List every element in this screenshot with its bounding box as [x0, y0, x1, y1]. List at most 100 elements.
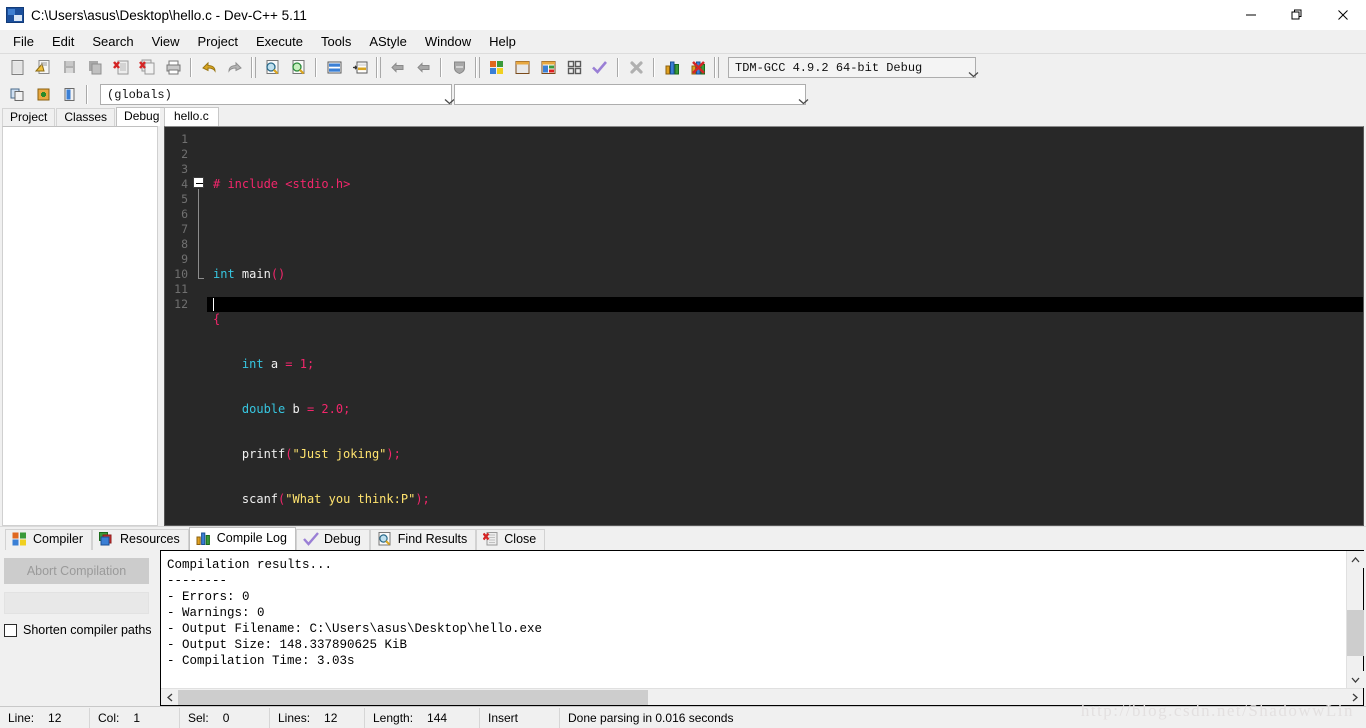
rebuild-all-button[interactable]	[562, 56, 586, 79]
undo-button[interactable]	[197, 56, 221, 79]
run-button[interactable]	[510, 56, 534, 79]
shorten-paths-label: Shorten compiler paths	[23, 623, 152, 637]
code-editor[interactable]: 1 2 3 4 5 6 7 8 9 10 11 12 # include <st…	[164, 126, 1364, 526]
compile-run-button[interactable]	[536, 56, 560, 79]
status-insert-mode[interactable]: Insert	[480, 707, 560, 728]
toolbar-group-goto	[321, 55, 373, 80]
menu-help[interactable]: Help	[480, 31, 525, 53]
code-content[interactable]: # include <stdio.h> int main() { int a =…	[207, 127, 1363, 525]
window-title: C:\Users\asus\Desktop\hello.c - Dev-C++ …	[31, 7, 307, 23]
menu-execute[interactable]: Execute	[247, 31, 312, 53]
stop-execution-button[interactable]	[624, 56, 648, 79]
status-col-value: 1	[133, 710, 141, 725]
restore-button[interactable]	[1274, 0, 1320, 30]
shield-button[interactable]	[447, 56, 471, 79]
goto-function-button[interactable]	[348, 56, 372, 79]
status-col: Col: 1	[90, 707, 180, 728]
profile-button[interactable]	[660, 56, 684, 79]
toolbar-row-project: (globals)	[0, 81, 1366, 108]
toolbar-area: TDM-GCC 4.9.2 64-bit Debug (globals)	[0, 53, 1366, 108]
fold-collapse-icon[interactable]	[193, 177, 204, 188]
project-new-button[interactable]	[5, 83, 29, 106]
toolbar-separator	[617, 58, 619, 77]
scroll-left-button[interactable]	[161, 689, 178, 706]
save-button[interactable]	[57, 56, 81, 79]
compiler-select[interactable]: TDM-GCC 4.9.2 64-bit Debug	[728, 57, 979, 78]
tab-classes[interactable]: Classes	[56, 108, 116, 126]
compile-log-text: Compilation results... -------- - Errors…	[167, 558, 543, 668]
find-results-icon	[377, 532, 393, 547]
tab-close-panel[interactable]: Close	[476, 529, 546, 550]
scope-select[interactable]: (globals)	[100, 84, 455, 105]
close-all-button[interactable]	[135, 56, 159, 79]
fold-column[interactable]	[191, 127, 207, 525]
shorten-paths-checkbox[interactable]	[4, 623, 17, 637]
status-col-label: Col:	[98, 710, 120, 725]
project-remove-button[interactable]	[57, 83, 81, 106]
scroll-down-button[interactable]	[1346, 671, 1364, 688]
nav-back-button[interactable]	[385, 56, 409, 79]
status-lines: Lines: 12	[270, 707, 365, 728]
compiler-select-value: TDM-GCC 4.9.2 64-bit Debug	[735, 60, 923, 75]
tab-compiler[interactable]: Compiler	[5, 529, 93, 550]
toolbar-separator	[376, 57, 381, 78]
nav-forward-button[interactable]	[411, 56, 435, 79]
code-line-8: scanf("What you think:P");	[213, 492, 430, 506]
horizontal-scroll-thumb[interactable]	[178, 689, 648, 705]
tab-compile-log[interactable]: Compile Log	[188, 527, 296, 550]
code-line-5: int a = 1;	[241, 357, 315, 371]
menu-view[interactable]: View	[143, 31, 189, 53]
close-button[interactable]	[1320, 0, 1366, 30]
open-file-button[interactable]	[31, 56, 55, 79]
line-number: 5	[181, 192, 188, 206]
print-button[interactable]	[161, 56, 185, 79]
toolbar-group-nav	[384, 55, 472, 80]
close-file-button[interactable]	[109, 56, 133, 79]
tab-resources[interactable]: Resources	[92, 529, 189, 550]
status-line: Line: 12	[0, 707, 90, 728]
toolbar-group-undo	[196, 55, 248, 80]
line-number: 1	[181, 132, 188, 146]
syntax-check-button[interactable]	[588, 56, 612, 79]
toolbar-separator	[86, 85, 88, 104]
symbol-select[interactable]	[454, 84, 809, 105]
shorten-paths-row[interactable]: Shorten compiler paths	[4, 623, 160, 637]
menu-window[interactable]: Window	[416, 31, 480, 53]
new-file-button[interactable]	[5, 56, 29, 79]
line-number: 8	[181, 237, 188, 251]
menu-astyle[interactable]: AStyle	[360, 31, 416, 53]
compile-log-vertical-scrollbar[interactable]	[1346, 551, 1364, 688]
goto-line-button[interactable]	[322, 56, 346, 79]
compile-button[interactable]	[484, 56, 508, 79]
tab-debug-log[interactable]: Debug	[295, 529, 370, 550]
menu-file[interactable]: File	[4, 31, 43, 53]
line-number: 12	[174, 297, 188, 311]
editor-tab-hello-c[interactable]: hello.c	[164, 107, 219, 126]
project-add-button[interactable]	[31, 83, 55, 106]
close-panel-icon	[482, 532, 499, 547]
redo-button[interactable]	[223, 56, 247, 79]
delete-profile-button[interactable]	[686, 56, 710, 79]
minimize-button[interactable]	[1228, 0, 1274, 30]
menu-tools[interactable]: Tools	[312, 31, 360, 53]
menu-search[interactable]: Search	[83, 31, 142, 53]
status-message: Done parsing in 0.016 seconds	[568, 710, 734, 725]
scroll-right-button[interactable]	[1346, 689, 1363, 706]
replace-button[interactable]	[286, 56, 310, 79]
tab-find-results[interactable]: Find Results	[369, 529, 477, 550]
compile-log-horizontal-scrollbar[interactable]	[161, 688, 1363, 705]
window-controls	[1228, 0, 1366, 30]
abort-compilation-button[interactable]: Abort Compilation	[4, 558, 149, 584]
main-area: Project Classes Debug hello.c 1 2 3 4 5 …	[0, 107, 1366, 526]
scroll-up-button[interactable]	[1346, 551, 1364, 568]
find-button[interactable]	[260, 56, 284, 79]
line-number: 6	[181, 207, 188, 221]
menu-project[interactable]: Project	[189, 31, 247, 53]
toolbar-separator	[440, 58, 442, 77]
menu-edit[interactable]: Edit	[43, 31, 83, 53]
vertical-scroll-thumb[interactable]	[1346, 610, 1364, 656]
save-all-button[interactable]	[83, 56, 107, 79]
tab-project[interactable]: Project	[2, 108, 56, 126]
left-panel-body[interactable]	[2, 126, 158, 526]
compile-log-view: Compilation results... -------- - Errors…	[160, 550, 1364, 706]
